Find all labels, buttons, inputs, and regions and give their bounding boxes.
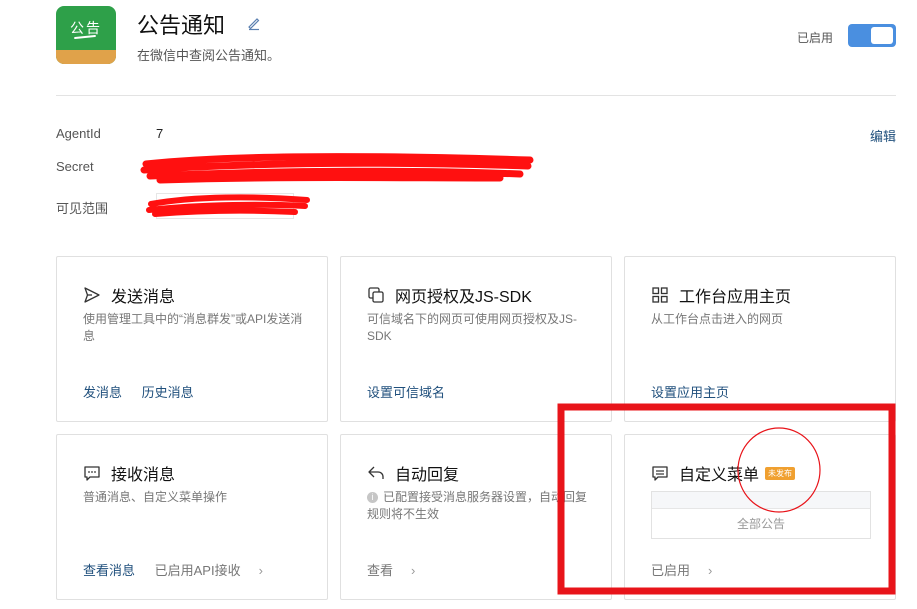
card-send-message: 发送消息 使用管理工具中的“消息群发”或API发送消息 发消息 历史消息 bbox=[56, 256, 328, 422]
app-icon: 公告 bbox=[56, 6, 116, 64]
agentid-label: AgentId bbox=[56, 126, 101, 141]
redaction-scribble-range bbox=[146, 194, 310, 217]
auto-reply-warning: 已配置接受消息服务器设置，自动回复规则将不生效 bbox=[367, 490, 588, 521]
card-title: 自动回复 bbox=[395, 467, 460, 484]
agentid-value: 7 bbox=[156, 126, 164, 141]
api-receive-label: 已启用API接收 bbox=[154, 563, 241, 578]
app-description: 在微信中查阅公告通知。 bbox=[137, 48, 281, 63]
unpublished-badge: 未发布 bbox=[765, 466, 796, 480]
set-trusted-domain-link[interactable]: 设置可信域名 bbox=[367, 385, 445, 400]
view-label: 查看 bbox=[367, 563, 394, 578]
view-messages-link[interactable]: 查看消息 bbox=[83, 563, 135, 578]
toggle-knob bbox=[871, 27, 893, 44]
app-title: 公告通知 bbox=[137, 13, 226, 38]
view-auto-reply-link[interactable]: 查看 › bbox=[367, 563, 431, 578]
secret-label: Secret bbox=[56, 159, 94, 174]
card-title: 发送消息 bbox=[111, 289, 176, 306]
card-title: 接收消息 bbox=[111, 467, 176, 484]
menu-preview: 全部公告 bbox=[651, 491, 871, 539]
info-icon: i bbox=[367, 492, 378, 503]
edit-name-icon[interactable] bbox=[246, 15, 262, 31]
chevron-right-icon: › bbox=[411, 563, 416, 578]
message-history-link[interactable]: 历史消息 bbox=[142, 385, 194, 400]
chevron-right-icon: › bbox=[708, 563, 713, 578]
reply-icon bbox=[368, 466, 384, 479]
card-description: 可信域名下的网页可使用网页授权及JS-SDK bbox=[367, 312, 578, 343]
enable-toggle[interactable] bbox=[848, 24, 896, 47]
app-icon-base bbox=[56, 50, 116, 64]
card-title: 网页授权及JS-SDK bbox=[395, 289, 532, 306]
grid-icon bbox=[652, 287, 668, 303]
send-icon bbox=[84, 287, 100, 303]
card-receive-message: 接收消息 普通消息、自定义菜单操作 查看消息 已启用API接收 › bbox=[56, 434, 328, 600]
send-message-link[interactable]: 发消息 bbox=[83, 385, 122, 400]
menu-enabled-link[interactable]: 已启用 › bbox=[651, 563, 728, 578]
card-custom-menu: 自定义菜单 未发布 全部公告 已启用 › bbox=[624, 434, 896, 600]
api-receive-link[interactable]: 已启用API接收 › bbox=[155, 563, 279, 578]
card-description: 从工作台点击进入的网页 bbox=[651, 312, 784, 326]
card-title: 工作台应用主页 bbox=[679, 289, 792, 306]
set-app-homepage-link[interactable]: 设置应用主页 bbox=[651, 385, 729, 400]
menu-item-all-notices[interactable]: 全部公告 bbox=[652, 509, 870, 539]
card-workbench: 工作台应用主页 从工作台点击进入的网页 设置应用主页 bbox=[624, 256, 896, 422]
card-description: i 已配置接受消息服务器设置，自动回复规则将不生效 bbox=[367, 489, 593, 523]
chat-bubble-icon bbox=[84, 466, 100, 481]
card-auto-reply: 自动回复 i 已配置接受消息服务器设置，自动回复规则将不生效 查看 › bbox=[340, 434, 612, 600]
card-description: 普通消息、自定义菜单操作 bbox=[83, 490, 228, 504]
status-label: 已启用 bbox=[797, 31, 834, 45]
enabled-label: 已启用 bbox=[651, 563, 691, 578]
edit-button[interactable]: 编辑 bbox=[870, 126, 896, 145]
card-title: 自定义菜单 bbox=[679, 467, 760, 484]
card-description: 使用管理工具中的“消息群发”或API发送消息 bbox=[83, 312, 303, 343]
menu-icon bbox=[652, 466, 668, 481]
web-auth-icon bbox=[368, 287, 384, 303]
chevron-right-icon: › bbox=[258, 563, 263, 578]
header-divider bbox=[56, 95, 896, 96]
card-web-auth: 网页授权及JS-SDK 可信域名下的网页可使用网页授权及JS-SDK 设置可信域… bbox=[340, 256, 612, 422]
redaction-scribble-secret bbox=[140, 153, 534, 184]
menu-preview-bar bbox=[652, 492, 870, 509]
visible-range-label: 可见范围 bbox=[56, 201, 109, 216]
